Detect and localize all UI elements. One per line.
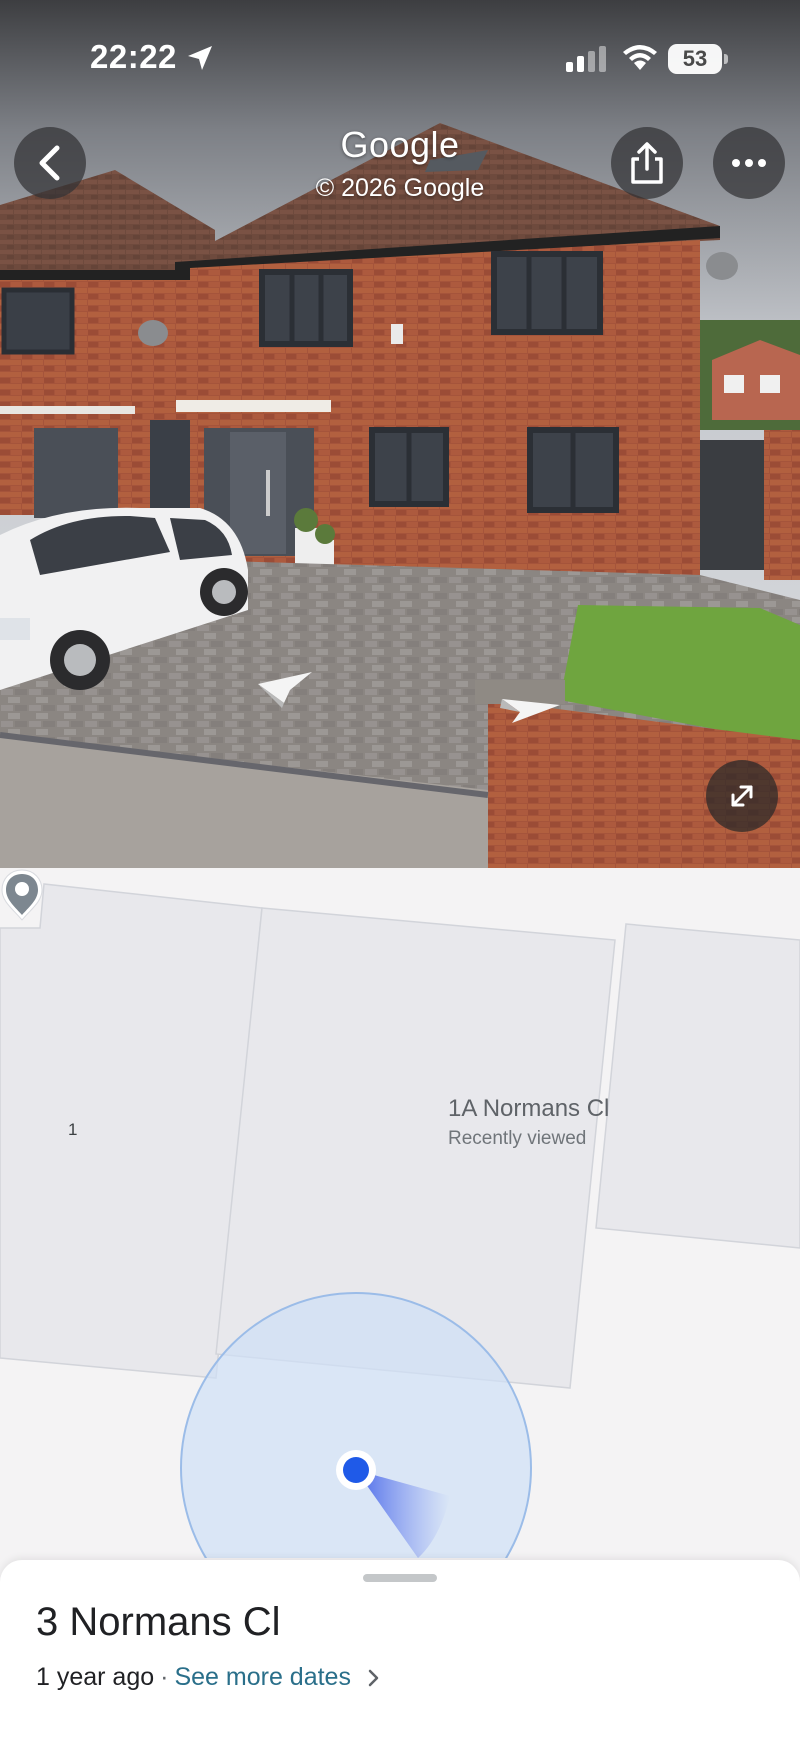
wifi-icon (623, 45, 657, 70)
place-title[interactable]: 1A Normans Cl (448, 1095, 609, 1123)
sheet-grabber[interactable] (363, 1574, 437, 1582)
bottom-sheet[interactable]: 3 Normans Cl 1 year ago · See more dates (0, 1560, 800, 1738)
share-button[interactable] (611, 127, 683, 199)
share-icon (631, 142, 663, 184)
chevron-right-icon[interactable] (367, 1668, 381, 1688)
sheet-meta: 1 year ago · See more dates (36, 1663, 381, 1692)
house-number-label: 1 (68, 1120, 78, 1139)
more-options-button[interactable] (713, 127, 785, 199)
see-more-dates-link[interactable]: See more dates (174, 1663, 351, 1692)
expand-button[interactable] (706, 760, 778, 832)
capture-age-label: 1 year ago (36, 1663, 155, 1691)
separator-dot: · (160, 1663, 169, 1691)
building-footprint (595, 923, 800, 1249)
sheet-title: 3 Normans Cl (36, 1600, 281, 1644)
copyright-label: © 2026 Google (315, 174, 485, 202)
place-pin-icon[interactable] (0, 868, 44, 922)
street-view-panorama[interactable]: 22:22 53 Google © 2026 Google (0, 0, 800, 868)
place-subtitle: Recently viewed (448, 1128, 587, 1149)
ellipsis-icon (732, 159, 766, 167)
expand-icon (731, 785, 753, 807)
location-arrow-icon (188, 46, 212, 70)
cellular-signal-icon (566, 46, 606, 72)
status-time: 22:22 (90, 38, 177, 75)
battery-icon: 53 (668, 44, 728, 74)
status-bar: 22:22 53 (0, 0, 800, 110)
map-canvas[interactable] (0, 868, 800, 1558)
battery-level: 53 (682, 46, 708, 71)
map-view[interactable]: 1 1A Normans Cl Recently viewed (0, 868, 800, 1558)
